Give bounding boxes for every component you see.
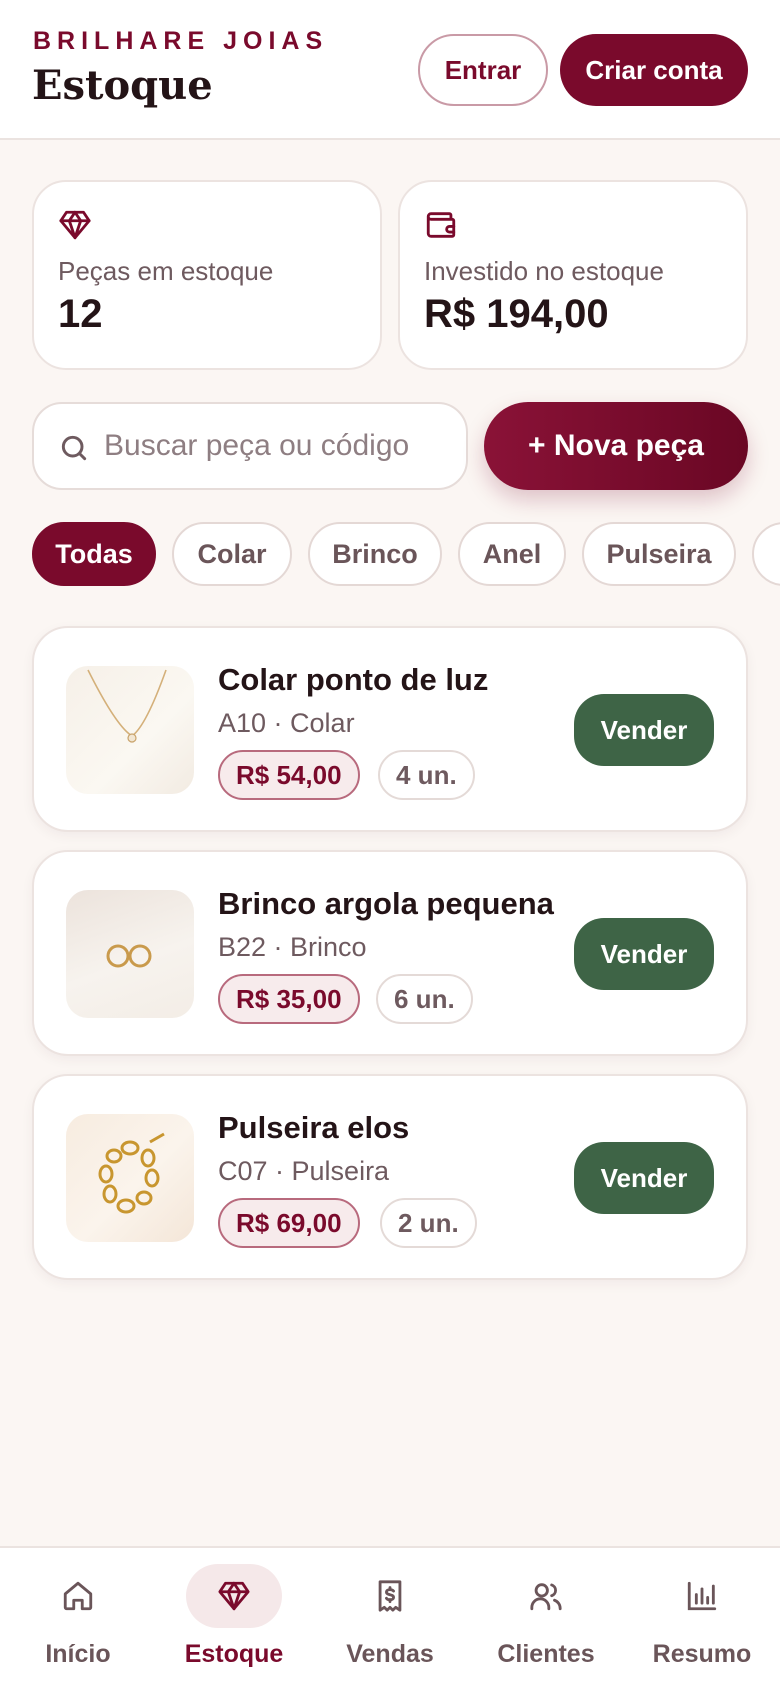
price-badge: R$ 35,00 [218,974,360,1024]
search-input[interactable] [104,404,454,488]
chain-bracelet-image [98,1132,165,1214]
wallet-icon [426,212,456,238]
nav-label: Início [45,1640,111,1668]
chip-pulseira[interactable]: Pulseira [582,522,736,586]
category-filter-chips: Todas Colar Brinco Anel Pulseira O [0,522,780,588]
chip-brinco[interactable]: Brinco [308,522,442,586]
home-icon [63,1581,93,1611]
receipt-icon [378,1580,402,1612]
quantity-badge: 4 un. [378,750,475,800]
product-card: Brinco argola pequena B22 · Brinco R$ 35… [32,850,748,1056]
stat-label: Investido no estoque [424,256,664,286]
chip-todas[interactable]: Todas [32,522,156,586]
nav-item-estoque[interactable]: Estoque [156,1548,312,1688]
price-badge: R$ 69,00 [218,1198,360,1248]
hoop-earrings-image [106,944,152,968]
search-box[interactable] [32,402,468,490]
page-title: Estoque [32,62,213,109]
stat-value: R$ 194,00 [424,292,609,336]
product-name: Colar ponto de luz [218,662,489,697]
chip-partial[interactable]: O [752,522,780,586]
necklace-image [87,669,167,743]
product-meta: B22 · Brinco [218,932,367,962]
product-name: Brinco argola pequena [218,886,554,921]
diamond-icon [218,1581,250,1611]
nav-label: Clientes [497,1640,595,1668]
nav-label: Vendas [346,1640,434,1668]
search-icon [61,435,87,461]
brand-name: BRILHARE JOIAS [33,27,329,55]
product-meta: A10 · Colar [218,708,355,738]
chip-anel[interactable]: Anel [458,522,566,586]
chip-colar[interactable]: Colar [172,522,292,586]
quantity-badge: 6 un. [376,974,473,1024]
nav-item-vendas[interactable]: Vendas [312,1548,468,1688]
quantity-badge: 2 un. [380,1198,477,1248]
nav-label: Estoque [184,1640,284,1668]
nav-item-inicio[interactable]: Início [0,1548,156,1688]
new-item-button[interactable]: + Nova peça [484,402,748,490]
product-image-bracelet [66,1114,194,1242]
stat-card-pieces: Peças em estoque 12 [32,180,382,370]
price-badge: R$ 54,00 [218,750,360,800]
sell-button[interactable]: Vender [574,1142,714,1214]
bottom-nav: Início Estoque Vendas Clientes Resumo [0,1546,780,1688]
app-header: BRILHARE JOIAS Estoque Entrar Criar cont… [0,0,780,140]
product-card: Pulseira elos C07 · Pulseira R$ 69,00 2 … [32,1074,748,1280]
stat-card-invested: Investido no estoque R$ 194,00 [398,180,748,370]
nav-item-clientes[interactable]: Clientes [468,1548,624,1688]
stat-value: 12 [58,292,103,336]
nav-label: Resumo [652,1640,752,1668]
stat-label: Peças em estoque [58,256,274,286]
product-name: Pulseira elos [218,1110,410,1145]
product-image-earrings [66,890,194,1018]
product-image-necklace [66,666,194,794]
bar-chart-icon [687,1581,717,1611]
signup-button[interactable]: Criar conta [560,34,748,106]
login-button[interactable]: Entrar [418,34,548,106]
product-meta: C07 · Pulseira [218,1156,390,1186]
nav-item-resumo[interactable]: Resumo [624,1548,780,1688]
sell-button[interactable]: Vender [574,694,714,766]
users-icon [530,1583,562,1611]
diamond-icon [59,210,91,240]
product-card: Colar ponto de luz A10 · Colar R$ 54,00 … [32,626,748,832]
sell-button[interactable]: Vender [574,918,714,990]
